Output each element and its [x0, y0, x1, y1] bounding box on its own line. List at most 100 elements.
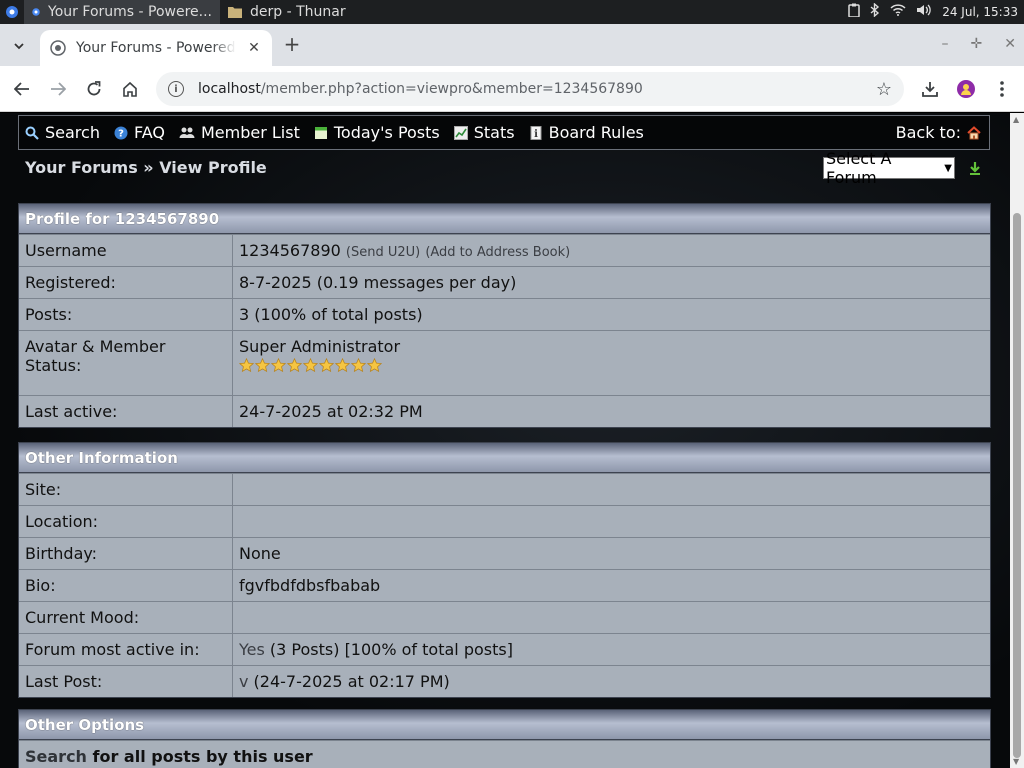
chevron-down-icon: ▼: [944, 162, 952, 174]
rank-star-icon: [287, 358, 302, 373]
stats-icon: [453, 125, 468, 140]
search-posts-cell: Search for all posts by this user: [19, 741, 990, 768]
table-row: Search for all posts by this user: [19, 740, 990, 768]
site-label: Site:: [19, 474, 233, 505]
scroll-up-arrow-icon[interactable]: ▲: [1013, 115, 1019, 124]
location-value: [233, 506, 990, 537]
registered-label: Registered:: [19, 267, 233, 298]
svg-text:?: ?: [118, 128, 124, 139]
volume-icon[interactable]: [916, 4, 932, 20]
forum-jump-select[interactable]: Select A Forum ▼: [823, 149, 955, 187]
magnifier-icon: [25, 126, 39, 140]
forum-navbar: Search ? FAQ Member List Today's Posts S…: [18, 115, 990, 150]
browser-tab-active[interactable]: Your Forums - Powered ✕: [40, 30, 272, 66]
address-bar[interactable]: i localhost/member.php?action=viewpro&me…: [156, 72, 904, 106]
globe-icon: [50, 40, 66, 56]
nav-faq[interactable]: ? FAQ: [114, 123, 165, 142]
table-row: Location:: [19, 505, 990, 537]
nav-faq-label: FAQ: [133, 123, 165, 142]
table-row: Avatar & Member Status: Super Administra…: [19, 330, 990, 395]
url-path: /member.php?action=viewpro&member=123456…: [260, 81, 643, 97]
avatar-status-label: Avatar & Member Status:: [19, 331, 233, 395]
browser-menu-button[interactable]: [990, 77, 1014, 101]
house-icon: [967, 125, 981, 139]
last-active-label: Last active:: [19, 396, 233, 427]
taskbar-task-browser[interactable]: Your Forums - Powere...: [24, 0, 220, 24]
page-scrollbar[interactable]: ▲ ▼: [1010, 113, 1024, 768]
other-options-header: Other Options: [19, 710, 990, 740]
profile-table: Profile for 1234567890 Username 12345678…: [18, 203, 991, 428]
username-value: 1234567890: [239, 241, 341, 260]
rank-star-icon: [303, 358, 318, 373]
scrollbar-thumb[interactable]: [1013, 213, 1021, 758]
table-row: Registered: 8-7-2025 (0.19 messages per …: [19, 266, 990, 298]
table-row: Current Mood:: [19, 601, 990, 633]
nav-stats[interactable]: Stats: [453, 123, 515, 142]
minimize-icon[interactable]: –: [942, 36, 949, 52]
new-tab-button[interactable]: +: [282, 34, 302, 55]
nav-board-rules[interactable]: i Board Rules: [529, 123, 644, 142]
nav-member-list[interactable]: Member List: [179, 123, 300, 142]
most-active-cell: Yes (3 Posts) [100% of total posts]: [233, 634, 990, 665]
close-tab-icon[interactable]: ✕: [246, 40, 262, 56]
taskbar-task-thunar[interactable]: derp - Thunar: [220, 0, 410, 24]
bluetooth-icon[interactable]: [870, 2, 880, 21]
table-row: Username 1234567890 (Send U2U) (Add to A…: [19, 234, 990, 266]
username-label: Username: [19, 235, 233, 266]
rank-star-icon: [335, 358, 350, 373]
last-post-label: Last Post:: [19, 666, 233, 697]
most-active-forum-link[interactable]: Yes: [239, 640, 265, 659]
table-row: Posts: 3 (100% of total posts): [19, 298, 990, 330]
app-menu-icon[interactable]: [0, 0, 24, 24]
rank-star-icon: [271, 358, 286, 373]
reload-button[interactable]: [82, 77, 106, 101]
nav-todays-posts[interactable]: Today's Posts: [314, 123, 440, 142]
site-info-icon[interactable]: i: [168, 81, 184, 97]
table-row: Last Post: v (24-7-2025 at 02:17 PM): [19, 665, 990, 697]
green-arrow-down-icon[interactable]: [968, 161, 982, 175]
forward-button[interactable]: [46, 77, 70, 101]
location-label: Location:: [19, 506, 233, 537]
arrow-left-icon: [14, 82, 29, 96]
members-icon: [179, 127, 195, 138]
wifi-icon[interactable]: [890, 4, 906, 20]
nav-todays-posts-label: Today's Posts: [333, 123, 440, 142]
other-info-table: Other Information Site: Location: Birthd…: [18, 442, 991, 698]
member-status: Super Administrator: [239, 337, 401, 356]
taskbar-task-label: Your Forums - Powere...: [48, 4, 212, 20]
scroll-down-arrow-icon[interactable]: ▼: [1013, 757, 1019, 766]
last-active-value: 24-7-2025 at 02:32 PM: [233, 396, 990, 427]
maximize-icon[interactable]: ✛: [971, 36, 983, 52]
bookmark-star-icon[interactable]: ☆: [876, 79, 892, 100]
table-row: Last active: 24-7-2025 at 02:32 PM: [19, 395, 990, 427]
back-to-home[interactable]: Back to:: [896, 123, 989, 142]
avatar-icon: [957, 80, 975, 98]
rank-star-icon: [367, 358, 382, 373]
close-window-icon[interactable]: ✕: [1004, 36, 1016, 52]
search-posts-link[interactable]: Search: [25, 747, 87, 766]
avatar-status-cell: Super Administrator: [233, 331, 990, 395]
rank-star-icon: [255, 358, 270, 373]
clock[interactable]: 24 Jul, 15:33: [942, 5, 1018, 19]
site-value: [233, 474, 990, 505]
tab-search-button[interactable]: [6, 34, 32, 58]
svg-text:i: i: [534, 129, 538, 140]
forum-select-value: Select A Forum: [826, 149, 892, 187]
other-options-table: Other Options Search for all posts by th…: [18, 709, 991, 768]
browser-toolbar: i localhost/member.php?action=viewpro&me…: [0, 66, 1024, 112]
last-post-detail: (24-7-2025 at 02:17 PM): [248, 672, 450, 691]
add-address-book-link[interactable]: (Add to Address Book): [425, 245, 570, 260]
breadcrumb[interactable]: Your Forums » View Profile: [25, 158, 267, 177]
nav-search[interactable]: Search: [25, 123, 100, 142]
folder-icon: [228, 7, 242, 18]
send-u2u-link[interactable]: (Send U2U): [346, 245, 420, 260]
system-tray: 24 Jul, 15:33: [848, 2, 1024, 21]
rank-stars: [239, 358, 984, 373]
profile-avatar-button[interactable]: [954, 77, 978, 101]
back-button[interactable]: [10, 77, 34, 101]
downloads-button[interactable]: [918, 77, 942, 101]
home-button[interactable]: [118, 77, 142, 101]
back-to-label: Back to:: [895, 123, 961, 142]
clipboard-icon[interactable]: [848, 3, 860, 21]
window-controls: – ✛ ✕: [942, 36, 1016, 52]
